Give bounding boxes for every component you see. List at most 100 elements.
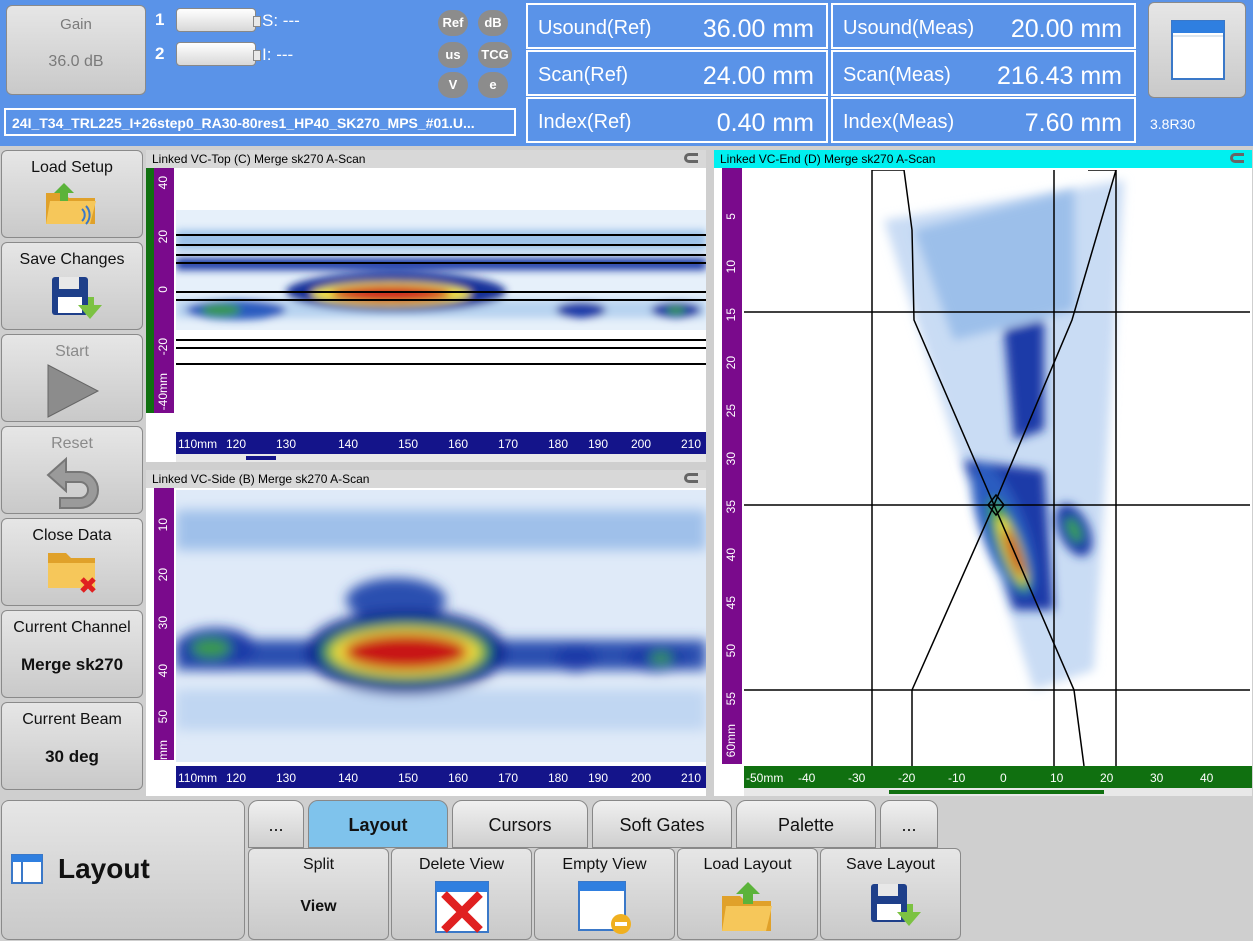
tab-layout[interactable]: Layout bbox=[308, 800, 448, 848]
save-layout-button[interactable]: Save Layout bbox=[820, 848, 961, 940]
top-htick: 180 bbox=[548, 437, 569, 451]
folder-close-icon bbox=[48, 553, 96, 593]
start-button[interactable]: Start bbox=[1, 334, 143, 422]
reset-label: Reset bbox=[51, 435, 93, 452]
channel-2-stat-value: --- bbox=[276, 45, 294, 64]
tab-soft-gates[interactable]: Soft Gates bbox=[592, 800, 732, 848]
channel-1-slider[interactable] bbox=[176, 8, 261, 32]
top-view-horizontal-ruler[interactable]: 110mm 120 130 140 150 160 170 180 190 20… bbox=[176, 432, 706, 454]
save-layout-label: Save Layout bbox=[846, 856, 935, 873]
end-htick: 10 bbox=[1050, 771, 1064, 785]
top-htick: 140 bbox=[338, 437, 359, 451]
channel-2-stat: I: --- bbox=[262, 45, 293, 65]
window-icon bbox=[1171, 20, 1225, 80]
view-menu-icon[interactable] bbox=[1230, 153, 1244, 163]
index-ref-value: 0.40 mm bbox=[716, 109, 814, 137]
end-vtick: 5 bbox=[724, 213, 738, 220]
side-view-title-text: Linked VC-Side (B) Merge sk270 A-Scan bbox=[152, 472, 370, 486]
delete-view-button[interactable]: Delete View bbox=[391, 848, 532, 940]
side-htick: 200 bbox=[631, 771, 652, 785]
scan-meas-readout: Scan(Meas) 216.43 mm bbox=[831, 50, 1136, 96]
side-vtick: 10 bbox=[156, 518, 170, 532]
end-vtick: 35 bbox=[724, 500, 738, 514]
side-htick: 210 bbox=[681, 771, 702, 785]
current-beam-value: 30 deg bbox=[45, 747, 99, 766]
side-htick: 180 bbox=[548, 771, 569, 785]
top-vtick: 40 bbox=[156, 176, 170, 190]
end-vtick: 25 bbox=[724, 404, 738, 418]
end-vtick: 40 bbox=[724, 548, 738, 562]
top-view-panel[interactable]: Linked VC-Top (C) Merge sk270 A-Scan 40 … bbox=[146, 150, 706, 462]
header-bar: Gain 36.0 dB 1 S: --- 2 I: --- Ref dB us… bbox=[0, 0, 1253, 146]
tab-more-right[interactable]: ... bbox=[880, 800, 938, 848]
empty-view-button[interactable]: Empty View bbox=[534, 848, 675, 940]
version-label: 3.8R30 bbox=[1150, 116, 1196, 132]
close-data-button[interactable]: Close Data bbox=[1, 518, 143, 606]
index-meas-readout: Index(Meas) 7.60 mm bbox=[831, 97, 1136, 143]
save-changes-button[interactable]: Save Changes bbox=[1, 242, 143, 330]
tab-palette[interactable]: Palette bbox=[736, 800, 876, 848]
split-view-button[interactable]: Split View bbox=[248, 848, 389, 940]
current-channel-label: Current Channel bbox=[13, 619, 131, 636]
end-htick: 0 bbox=[1000, 771, 1007, 785]
top-htick: 150 bbox=[398, 437, 419, 451]
window-button[interactable] bbox=[1148, 2, 1246, 98]
e-button[interactable]: e bbox=[478, 72, 508, 98]
end-vtick: 45 bbox=[724, 596, 738, 610]
usound-meas-label: Usound(Meas) bbox=[843, 17, 975, 39]
end-view-sector-image[interactable] bbox=[744, 170, 1250, 766]
end-view-panel[interactable]: Linked VC-End (D) Merge sk270 A-Scan 5 1… bbox=[714, 150, 1252, 796]
file-name: 24I_T34_TRL225_I+26step0_RA30-80res1_HP4… bbox=[4, 108, 516, 136]
channel-1-stat: S: --- bbox=[262, 11, 300, 31]
channel-2-slider[interactable] bbox=[176, 42, 261, 66]
side-view-horizontal-ruler[interactable]: 110mm 120 130 140 150 160 170 180 190 20… bbox=[176, 766, 706, 788]
ref-button[interactable]: Ref bbox=[438, 10, 468, 36]
close-data-label: Close Data bbox=[32, 527, 112, 544]
load-layout-button[interactable]: Load Layout bbox=[677, 848, 818, 940]
empty-view-label: Empty View bbox=[562, 856, 647, 873]
top-view-title-text: Linked VC-Top (C) Merge sk270 A-Scan bbox=[152, 152, 366, 166]
us-button[interactable]: us bbox=[438, 42, 468, 68]
folder-open-icon bbox=[721, 882, 772, 931]
side-htick: 190 bbox=[588, 771, 609, 785]
end-view-scrollbar[interactable] bbox=[744, 788, 1252, 796]
scan-meas-label: Scan(Meas) bbox=[843, 64, 951, 86]
side-view-vertical-ruler[interactable]: 10 20 30 40 50 60mm bbox=[154, 488, 174, 773]
index-meas-value: 7.60 mm bbox=[1024, 109, 1122, 137]
side-vtick: 20 bbox=[156, 568, 170, 582]
side-htick: 160 bbox=[448, 771, 469, 785]
tcg-button[interactable]: TCG bbox=[478, 42, 512, 68]
top-view-vertical-ruler[interactable]: 40 20 0 -20 -40mm bbox=[154, 168, 174, 413]
reset-button[interactable]: Reset bbox=[1, 426, 143, 514]
end-htick: 30 bbox=[1150, 771, 1164, 785]
side-vtick: 60mm bbox=[156, 740, 170, 774]
side-htick: 130 bbox=[276, 771, 297, 785]
top-view-cscan-image[interactable] bbox=[176, 170, 706, 415]
end-view-horizontal-ruler[interactable]: -50mm -40 -30 -20 -10 0 10 20 30 40 bbox=[744, 766, 1252, 788]
current-beam-label: Current Beam bbox=[22, 711, 122, 728]
db-button[interactable]: dB bbox=[478, 10, 508, 36]
end-vtick: 55 bbox=[724, 692, 738, 706]
end-htick: -10 bbox=[948, 771, 966, 785]
tab-more-left[interactable]: ... bbox=[248, 800, 304, 848]
top-htick: 160 bbox=[448, 437, 469, 451]
end-view-title-text: Linked VC-End (D) Merge sk270 A-Scan bbox=[720, 152, 936, 166]
v-button[interactable]: V bbox=[438, 72, 468, 98]
usound-ref-readout: Usound(Ref) 36.00 mm bbox=[526, 3, 828, 49]
side-view-panel[interactable]: Linked VC-Side (B) Merge sk270 A-Scan 10… bbox=[146, 470, 706, 796]
top-view-scrollbar[interactable] bbox=[176, 454, 706, 462]
scan-ref-value: 24.00 mm bbox=[702, 62, 814, 90]
side-view-bscan-image[interactable] bbox=[176, 490, 706, 762]
top-vtick: 0 bbox=[156, 286, 170, 293]
tab-cursors[interactable]: Cursors bbox=[452, 800, 588, 848]
load-setup-label: Load Setup bbox=[31, 159, 113, 176]
channel-1-stat-value: --- bbox=[282, 11, 300, 30]
start-label: Start bbox=[55, 343, 89, 360]
gain-button[interactable]: Gain 36.0 dB bbox=[6, 5, 146, 95]
view-menu-icon[interactable] bbox=[684, 473, 698, 483]
end-view-vertical-ruler[interactable]: 5 10 15 20 25 30 35 40 45 50 55 60mm bbox=[722, 168, 742, 764]
side-htick: 170 bbox=[498, 771, 519, 785]
view-menu-icon[interactable] bbox=[684, 153, 698, 163]
layout-window-icon bbox=[11, 854, 43, 884]
load-setup-button[interactable]: Load Setup bbox=[1, 150, 143, 238]
